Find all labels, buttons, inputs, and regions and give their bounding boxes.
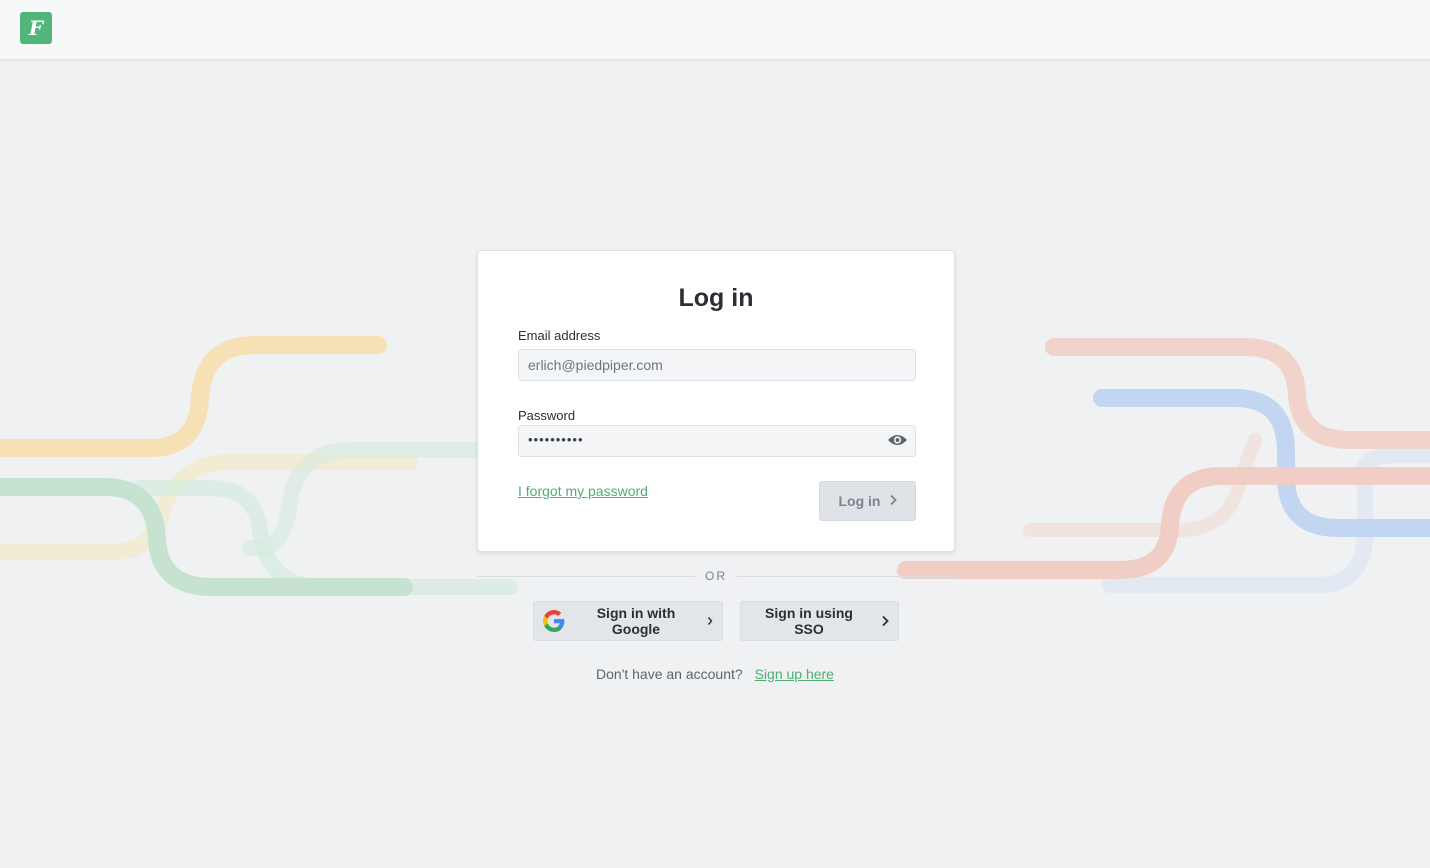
password-field[interactable]: [518, 425, 916, 457]
sso-signin-label: Sign in using SSO: [765, 605, 853, 637]
google-signin-label: Sign in with Google: [596, 605, 676, 637]
chevron-right-icon: [707, 616, 713, 626]
email-field[interactable]: [518, 349, 916, 381]
sso-signin-button[interactable]: Sign in using SSO: [740, 601, 899, 641]
signup-prompt-row: Don't have an account? Sign up here: [0, 666, 1430, 682]
signup-link[interactable]: Sign up here: [755, 666, 834, 682]
chevron-right-icon: [889, 493, 897, 509]
forgot-password-link[interactable]: I forgot my password: [518, 483, 648, 499]
password-label: Password: [518, 408, 576, 423]
top-bar: F: [0, 0, 1430, 60]
google-signin-button[interactable]: Sign in with Google: [533, 601, 723, 641]
chevron-right-icon: [881, 615, 889, 627]
login-button-label: Log in: [838, 493, 881, 509]
login-button[interactable]: Log in: [819, 481, 916, 521]
eye-icon[interactable]: [886, 432, 908, 448]
login-card: Log in Email address Password ••••••••••…: [477, 250, 955, 552]
divider-line-right: [737, 576, 955, 577]
email-label: Email address: [518, 328, 601, 343]
google-g-icon: [543, 610, 565, 632]
or-divider: OR: [477, 569, 955, 585]
page-title: Log in: [678, 284, 754, 312]
signup-prompt: Don't have an account?: [596, 666, 743, 682]
brand-logo-icon[interactable]: F: [20, 12, 52, 44]
